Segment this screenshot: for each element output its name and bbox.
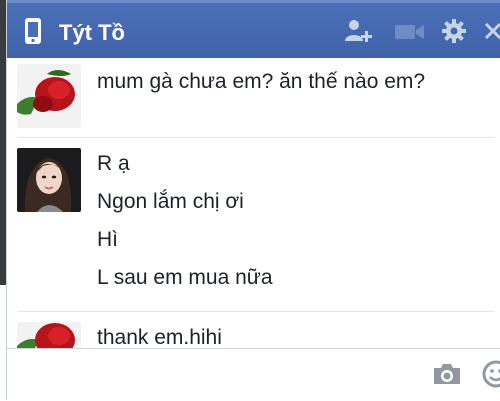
gear-icon[interactable]	[440, 17, 468, 45]
camera-icon[interactable]	[431, 361, 463, 387]
message-text: Hì	[97, 228, 118, 251]
message-text: mum gà chưa em? ăn thế nào em?	[97, 70, 426, 93]
message-divider	[17, 311, 495, 312]
video-call-icon[interactable]	[391, 17, 427, 45]
rose-avatar[interactable]	[17, 322, 81, 348]
add-friend-icon[interactable]	[343, 17, 375, 45]
mobile-phone-icon	[25, 18, 41, 44]
message-text: L sau em mua nữa	[97, 266, 273, 289]
message-divider	[17, 137, 495, 138]
message-text: R ạ	[97, 152, 130, 175]
woman-avatar[interactable]	[17, 148, 81, 212]
close-icon[interactable]	[483, 17, 500, 45]
message-composer[interactable]	[7, 348, 500, 401]
chat-title[interactable]: Týt Tồ	[59, 20, 125, 46]
message-text: thank em.hihi	[97, 326, 222, 348]
emoji-icon[interactable]	[481, 359, 500, 389]
message-text: Ngon lắm chị ơi	[97, 190, 244, 213]
chat-header[interactable]: Týt Tồ	[7, 0, 500, 58]
rose-avatar[interactable]	[17, 64, 81, 128]
chat-window: Týt Tồ mum gà chưa em? ăn thế nào em? R …	[6, 0, 500, 401]
message-list[interactable]: mum gà chưa em? ăn thế nào em? R ạ Ngon …	[7, 58, 500, 348]
